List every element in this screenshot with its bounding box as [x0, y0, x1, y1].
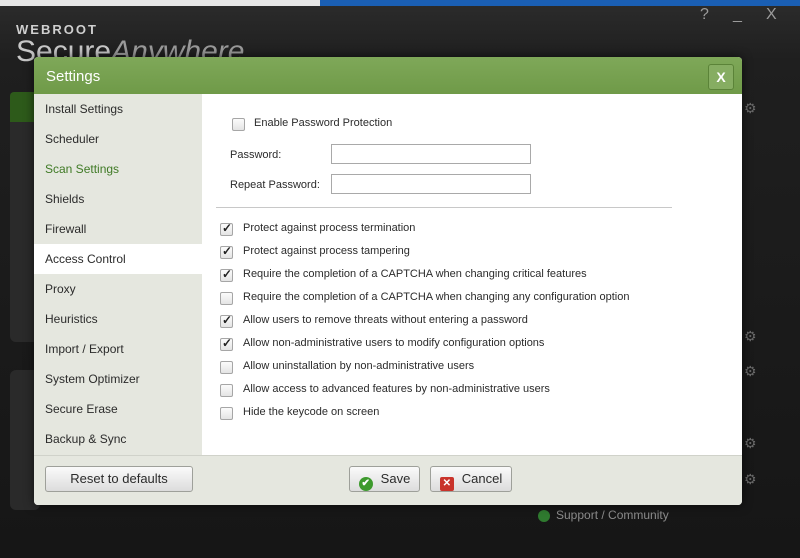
option-checkbox[interactable]	[220, 292, 233, 305]
gear-icon[interactable]: ⚙	[744, 363, 757, 380]
sidebar-item-secure-erase[interactable]: Secure Erase	[34, 394, 202, 424]
save-label: Save	[380, 471, 411, 486]
minimize-icon[interactable]: _	[733, 6, 742, 24]
dialog-footer: Reset to defaults ✔ Save ✕ Cancel	[34, 455, 742, 505]
sidebar-item-import-export[interactable]: Import / Export	[34, 334, 202, 364]
repeat-password-field[interactable]	[331, 174, 531, 194]
sidebar-item-firewall[interactable]: Firewall	[34, 214, 202, 244]
option-checkbox[interactable]	[220, 361, 233, 374]
option-label: Allow non-administrative users to modify…	[243, 337, 545, 349]
gear-icon[interactable]: ⚙	[744, 471, 757, 488]
option-label: Hide the keycode on screen	[243, 406, 380, 418]
gear-icon[interactable]: ⚙	[744, 100, 757, 117]
option-checkbox[interactable]: ✓	[220, 336, 233, 351]
cancel-button[interactable]: ✕ Cancel	[430, 466, 512, 492]
sidebar-item-install-settings[interactable]: Install Settings	[34, 94, 202, 124]
check-circle-icon: ✔	[358, 477, 373, 491]
sidebar-item-access-control[interactable]: Access Control	[34, 244, 202, 274]
sidebar-item-proxy[interactable]: Proxy	[34, 274, 202, 304]
repeat-password-label: Repeat Password:	[230, 179, 320, 191]
option-label: Protect against process tampering	[243, 245, 410, 257]
help-icon[interactable]: ?	[700, 6, 709, 24]
option-label: Protect against process termination	[243, 222, 416, 234]
gear-icon[interactable]: ⚙	[744, 435, 757, 452]
support-community-link[interactable]: Support / Community	[538, 508, 669, 522]
sidebar-item-shields[interactable]: Shields	[34, 184, 202, 214]
option-checkbox[interactable]	[220, 407, 233, 420]
password-label: Password:	[230, 149, 282, 161]
cancel-x-icon: ✕	[439, 477, 454, 491]
sidebar-item-scheduler[interactable]: Scheduler	[34, 124, 202, 154]
option-checkbox[interactable]: ✓	[220, 244, 233, 259]
sidebar-item-scan-settings[interactable]: Scan Settings	[34, 154, 202, 184]
option-label: Allow uninstallation by non-administrati…	[243, 360, 475, 372]
option-label: Allow access to advanced features by non…	[243, 383, 550, 395]
close-button[interactable]: X	[708, 64, 734, 90]
option-label: Require the completion of a CAPTCHA when…	[243, 291, 630, 303]
access-control-panel: Enable Password Protection Password: Rep…	[202, 94, 742, 455]
option-label: Require the completion of a CAPTCHA when…	[243, 268, 587, 280]
option-checkbox[interactable]: ✓	[220, 221, 233, 236]
reset-defaults-button[interactable]: Reset to defaults	[45, 466, 193, 492]
close-app-icon[interactable]: X	[766, 6, 777, 24]
sidebar-item-system-optimizer[interactable]: System Optimizer	[34, 364, 202, 394]
option-checkbox[interactable]: ✓	[220, 267, 233, 282]
option-label: Allow users to remove threats without en…	[243, 314, 528, 326]
dialog-title: Settings	[46, 68, 101, 85]
settings-sidebar: Install Settings Scheduler Scan Settings…	[34, 94, 202, 455]
settings-dialog: Settings X Install Settings Scheduler Sc…	[34, 57, 742, 505]
enable-password-label: Enable Password Protection	[254, 117, 393, 129]
sidebar-item-backup-sync[interactable]: Backup & Sync	[34, 424, 202, 454]
section-divider	[216, 207, 672, 208]
enable-password-checkbox[interactable]	[232, 118, 245, 131]
sidebar-item-heuristics[interactable]: Heuristics	[34, 304, 202, 334]
option-checkbox[interactable]	[220, 384, 233, 397]
gear-icon[interactable]: ⚙	[744, 328, 757, 345]
cancel-label: Cancel	[461, 471, 503, 486]
option-checkbox[interactable]: ✓	[220, 313, 233, 328]
dialog-titlebar: Settings X	[34, 57, 742, 94]
save-button[interactable]: ✔ Save	[349, 466, 420, 492]
password-field[interactable]	[331, 144, 531, 164]
taskbar-strip	[0, 0, 800, 6]
check-circle-icon	[538, 509, 550, 522]
